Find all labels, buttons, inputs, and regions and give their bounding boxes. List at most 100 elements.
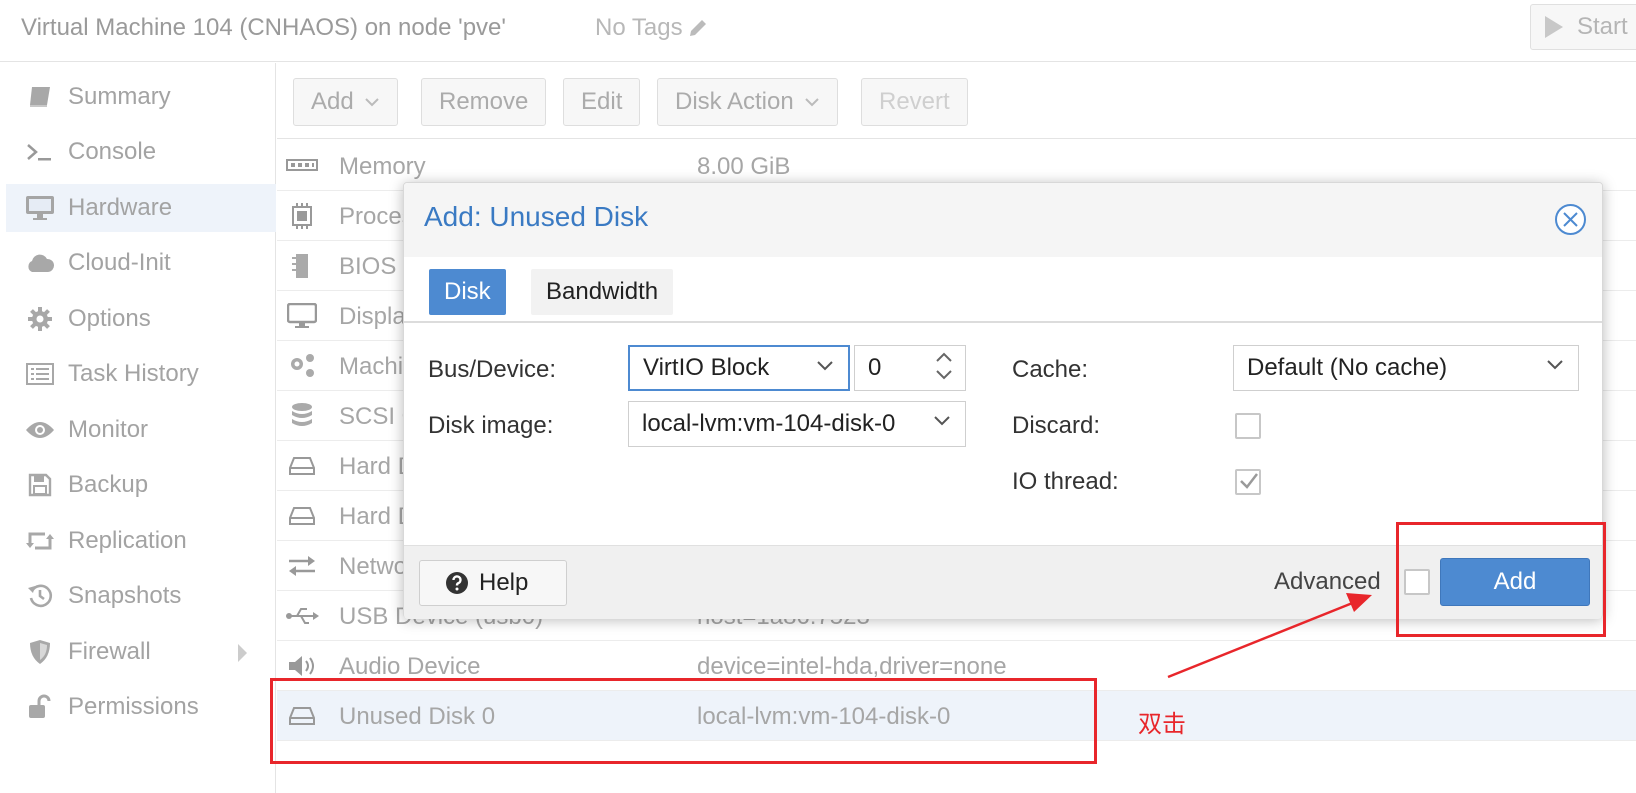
disk-action-dropdown[interactable]: Disk Action [657,78,838,126]
sidebar-item-replication[interactable]: Replication [6,517,276,565]
chevron-down-icon [1547,360,1563,370]
hardware-value: device=intel-hda,driver=none [697,653,1007,680]
retweet-icon [22,530,58,552]
sidebar-item-label: Console [68,138,157,165]
memory-icon [285,151,319,181]
device-index-value: 0 [868,354,882,381]
sidebar-item-summary[interactable]: Summary [6,73,276,121]
highlight-unused-disk-box [270,678,1097,764]
dialog-tabbar: Disk Bandwidth [404,257,1602,323]
list-icon [22,363,58,385]
sidebar-item-backup[interactable]: Backup [6,461,276,509]
gear-icon [22,306,58,332]
terminal-icon [22,140,58,164]
bus-device-label: Bus/Device: [428,356,557,383]
tags-editor[interactable]: No Tags [595,14,709,42]
eye-icon [22,420,58,440]
discard-label: Discard: [1012,412,1101,439]
desktop-icon [285,301,319,331]
remove-button[interactable]: Remove [421,78,547,126]
disk-image-select[interactable]: local-lvm:vm-104-disk-0 [628,401,966,447]
io-thread-label: IO thread: [1012,468,1119,495]
sidebar-item-task-history[interactable]: Task History [6,350,276,398]
cogs-icon [285,351,319,381]
dialog-title: Add: Unused Disk [424,201,649,232]
help-button[interactable]: Help [419,560,567,606]
chevron-down-icon [817,361,833,371]
sidebar-item-options[interactable]: Options [6,295,276,343]
sidebar-item-label: Summary [68,83,171,110]
hardware-name: Audio Device [339,653,481,680]
sidebar-item-permissions[interactable]: Permissions [6,683,276,731]
tab-bandwidth[interactable]: Bandwidth [531,269,674,315]
dialog-header: Add: Unused Disk [404,183,1602,257]
bus-value: VirtIO Block [643,354,770,381]
monitor-icon [22,195,58,221]
cloud-icon [22,252,58,274]
disk-image-value: local-lvm:vm-104-disk-0 [642,410,896,437]
pencil-icon[interactable] [687,17,709,39]
cpu-icon [285,201,319,231]
dialog-body: Disk Bandwidth Bus/Device: VirtIO Block … [404,257,1602,511]
sidebar-item-hardware[interactable]: Hardware [6,184,276,232]
sidebar-item-label: Options [68,305,151,332]
advanced-label: Advanced [1274,568,1381,595]
cache-select[interactable]: Default (No cache) [1233,345,1579,391]
hdd-icon [285,501,319,531]
sidebar-item-cloud-init[interactable]: Cloud-Init [6,239,276,287]
hardware-toolbar: Add Remove Edit Disk Action Revert [277,63,1636,139]
start-button[interactable]: Start [1530,4,1636,50]
shield-icon [22,639,58,665]
revert-label: Revert [879,88,950,115]
exchange-icon [285,551,319,581]
question-circle-icon [446,572,468,594]
tab-disk[interactable]: Disk [429,269,506,315]
sidebar-item-label: Backup [68,471,149,498]
hardware-name: BIOS [339,253,397,280]
close-icon[interactable] [1554,203,1587,236]
cache-label: Cache: [1012,356,1089,383]
hardware-value: 8.00 GiB [697,153,791,180]
discard-checkbox[interactable] [1235,413,1261,439]
edit-label: Edit [581,88,623,115]
highlight-add-button-box [1396,522,1606,637]
history-icon [22,583,58,609]
sidebar-item-label: Hardware [68,194,173,221]
sidebar-item-label: Monitor [68,416,149,443]
sidebar-item-label: Task History [68,360,199,387]
play-icon [1545,16,1563,38]
sidebar-item-console[interactable]: Console [6,128,276,176]
io-thread-checkbox[interactable] [1235,469,1261,495]
chevron-down-icon [805,98,819,107]
start-label: Start [1577,13,1628,40]
chip-icon [285,251,319,281]
cache-value: Default (No cache) [1247,354,1448,381]
vm-header: Virtual Machine 104 (CNHAOS) on node 'pv… [0,0,1636,62]
bus-select[interactable]: VirtIO Block [628,345,850,391]
expand-arrow-icon[interactable] [238,644,247,662]
add-label: Add [311,88,354,115]
sidebar-item-label: Permissions [68,693,199,720]
disk-image-label: Disk image: [428,412,554,439]
sidebar-item-label: Cloud-Init [68,249,171,276]
sidebar: Summary Console Hardware Cloud-Init Opti… [0,63,276,793]
database-icon [285,401,319,431]
floppy-icon [22,473,58,497]
unlock-icon [22,694,58,720]
sidebar-item-monitor[interactable]: Monitor [6,406,276,454]
sidebar-item-label: Replication [68,527,187,554]
hdd-icon [285,451,319,481]
checkmark-icon [1240,473,1258,489]
sidebar-item-snapshots[interactable]: Snapshots [6,572,276,620]
revert-button[interactable]: Revert [861,78,968,126]
edit-button[interactable]: Edit [563,78,641,126]
chevron-down-icon [364,98,379,107]
spinner-arrows-icon[interactable] [935,351,953,381]
help-label: Help [479,569,529,596]
disk-action-label: Disk Action [675,88,794,115]
tags-label: No Tags [595,14,683,41]
remove-label: Remove [439,88,529,115]
add-dropdown-button[interactable]: Add [293,78,398,126]
sidebar-item-firewall[interactable]: Firewall [6,628,276,676]
device-index-spinner[interactable]: 0 [854,345,966,391]
